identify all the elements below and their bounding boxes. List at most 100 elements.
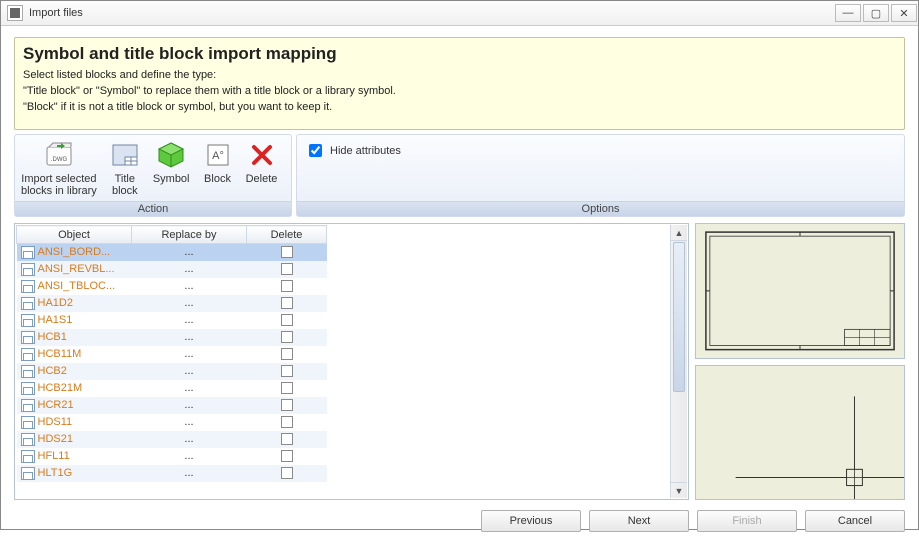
object-name: HDS11 [38,416,73,428]
object-name: HA1D2 [38,297,73,309]
block-item-icon [21,365,35,378]
col-object[interactable]: Object [17,226,132,244]
table-row[interactable]: ANSI_TBLOC...... [17,278,327,295]
delete-checkbox[interactable] [281,399,293,411]
title-block-icon [109,139,141,171]
replace-cell[interactable]: ... [132,329,247,346]
replace-cell[interactable]: ... [132,465,247,482]
table-row[interactable]: HFL11... [17,448,327,465]
delete-checkbox[interactable] [281,365,293,377]
delete-cell[interactable] [247,448,327,465]
delete-cell[interactable] [247,295,327,312]
replace-cell[interactable]: ... [132,431,247,448]
scroll-up-icon[interactable]: ▲ [671,225,687,241]
info-line: "Title block" or "Symbol" to replace the… [23,83,896,99]
delete-checkbox[interactable] [281,263,293,275]
delete-cell[interactable] [247,397,327,414]
object-name: HDS21 [38,433,73,445]
delete-checkbox[interactable] [281,297,293,309]
delete-checkbox[interactable] [281,467,293,479]
delete-cell[interactable] [247,380,327,397]
table-row[interactable]: HLT1G... [17,465,327,482]
block-button[interactable]: A° Block [196,135,240,201]
delete-cell[interactable] [247,414,327,431]
scroll-down-icon[interactable]: ▼ [671,482,687,498]
delete-cell[interactable] [247,431,327,448]
window: Import files — ▢ ✕ Symbol and title bloc… [0,0,919,530]
symbol-icon [155,139,187,171]
object-name: HA1S1 [38,314,73,326]
symbol-button[interactable]: Symbol [147,135,196,201]
footer: Previous Next Finish Cancel [14,500,905,532]
replace-cell[interactable]: ... [132,363,247,380]
import-selected-button[interactable]: .DWG Import selectedblocks in library [15,135,103,201]
col-replace[interactable]: Replace by [132,226,247,244]
delete-checkbox[interactable] [281,331,293,343]
block-item-icon [21,433,35,446]
replace-cell[interactable]: ... [132,261,247,278]
close-button[interactable]: ✕ [891,4,917,22]
delete-cell[interactable] [247,312,327,329]
replace-cell[interactable]: ... [132,448,247,465]
hide-attributes-checkbox[interactable]: Hide attributes [305,141,401,160]
hide-attributes-input[interactable] [309,144,322,157]
delete-cell[interactable] [247,329,327,346]
grid[interactable]: Object Replace by Delete ANSI_BORD......… [16,225,670,498]
delete-cell[interactable] [247,261,327,278]
table-row[interactable]: ANSI_BORD...... [17,244,327,261]
title-block-button[interactable]: Titleblock [103,135,147,201]
object-name: HCB11M [38,348,82,360]
table-row[interactable]: HCB21M... [17,380,327,397]
delete-cell[interactable] [247,363,327,380]
block-item-icon [21,399,35,412]
block-item-icon [21,280,35,293]
object-name: ANSI_REVBL... [38,263,115,275]
table-row[interactable]: HCB1... [17,329,327,346]
object-name: HFL11 [38,450,70,462]
delete-checkbox[interactable] [281,416,293,428]
table-row[interactable]: HA1D2... [17,295,327,312]
delete-cell[interactable] [247,346,327,363]
object-name: HCB21M [38,382,83,394]
table-row[interactable]: HDS11... [17,414,327,431]
object-name: HCR21 [38,399,74,411]
minimize-button[interactable]: — [835,4,861,22]
delete-checkbox[interactable] [281,280,293,292]
previous-button[interactable]: Previous [481,510,581,532]
block-icon: A° [202,139,234,171]
titlebar[interactable]: Import files — ▢ ✕ [1,1,918,26]
table-row[interactable]: HDS21... [17,431,327,448]
delete-button[interactable]: Delete [240,135,284,201]
replace-cell[interactable]: ... [132,312,247,329]
delete-checkbox[interactable] [281,382,293,394]
delete-checkbox[interactable] [281,246,293,258]
delete-icon [246,139,278,171]
scrollbar[interactable]: ▲ ▼ [670,225,687,498]
table-row[interactable]: HCB11M... [17,346,327,363]
maximize-button[interactable]: ▢ [863,4,889,22]
replace-cell[interactable]: ... [132,295,247,312]
delete-checkbox[interactable] [281,433,293,445]
table-row[interactable]: HCB2... [17,363,327,380]
table-row[interactable]: HA1S1... [17,312,327,329]
delete-cell[interactable] [247,465,327,482]
delete-cell[interactable] [247,244,327,261]
cancel-button[interactable]: Cancel [805,510,905,532]
next-button[interactable]: Next [589,510,689,532]
delete-checkbox[interactable] [281,450,293,462]
delete-checkbox[interactable] [281,348,293,360]
import-label-1: Import selected [21,173,96,185]
delete-cell[interactable] [247,278,327,295]
delete-checkbox[interactable] [281,314,293,326]
scroll-thumb[interactable] [673,242,685,392]
replace-cell[interactable]: ... [132,244,247,261]
replace-cell[interactable]: ... [132,414,247,431]
replace-cell[interactable]: ... [132,278,247,295]
replace-cell[interactable]: ... [132,380,247,397]
table-row[interactable]: ANSI_REVBL...... [17,261,327,278]
replace-cell[interactable]: ... [132,397,247,414]
table-row[interactable]: HCR21... [17,397,327,414]
col-delete[interactable]: Delete [247,226,327,244]
replace-cell[interactable]: ... [132,346,247,363]
dwg-import-icon: .DWG [43,139,75,171]
